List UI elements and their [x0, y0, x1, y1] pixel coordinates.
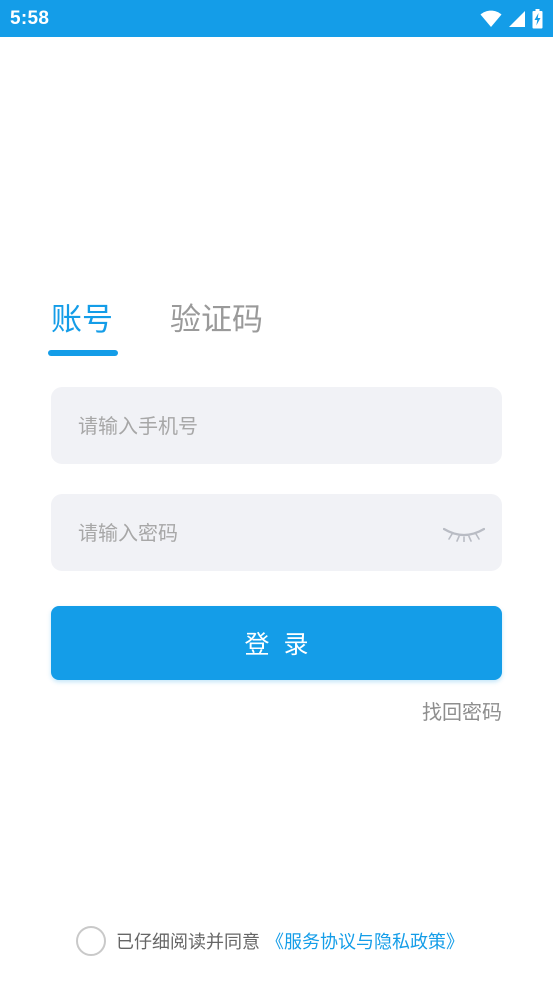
privacy-policy-link[interactable]: 《服务协议与隐私政策》 [266, 928, 464, 954]
login-button[interactable]: 登录 [51, 606, 502, 680]
active-tab-indicator [48, 350, 118, 356]
phone-input[interactable] [78, 387, 486, 464]
tab-account[interactable]: 账号 [51, 297, 113, 343]
agreement-checkbox[interactable] [76, 926, 106, 956]
battery-charging-icon [532, 8, 543, 28]
login-mode-tabs: 账号 验证码 [48, 297, 351, 357]
agreement-text: 已仔细阅读并同意 [116, 932, 260, 953]
status-bar: 5:58 [0, 0, 553, 37]
agreement-row: 已仔细阅读并同意 《服务协议与隐私政策》 [76, 925, 464, 957]
password-field [51, 494, 502, 571]
wifi-icon [480, 10, 502, 27]
status-time: 5:58 [10, 7, 50, 29]
forgot-password-link[interactable]: 找回密码 [422, 698, 502, 726]
password-input[interactable] [78, 494, 442, 571]
cell-signal-icon [509, 10, 525, 27]
eye-closed-icon[interactable] [442, 521, 486, 545]
login-screen: 5:58 账号 验证码 请输入手机号 登录 找回密码 已仔细阅读并同意 《服务协… [0, 0, 553, 983]
phone-field [51, 387, 502, 464]
tab-verification-code[interactable]: 验证码 [170, 297, 263, 343]
status-icons [480, 8, 543, 29]
